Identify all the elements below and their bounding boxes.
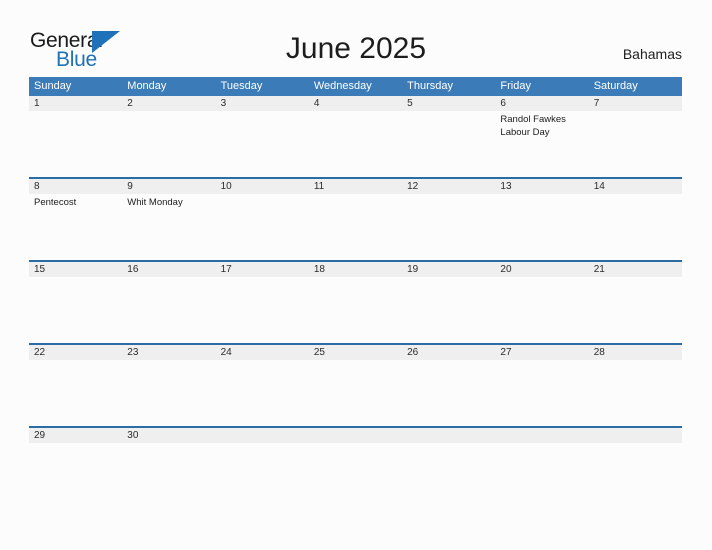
day-events: Whit Monday [127, 197, 183, 208]
day-number[interactable]: 1 [29, 96, 122, 111]
day-number[interactable]: 11 [309, 179, 402, 194]
day-events [29, 277, 122, 343]
week-events: Randol Fawkes Labour Day [29, 111, 682, 177]
week-row: 15 16 17 18 19 20 21 [29, 260, 682, 343]
weekday-header-friday: Friday [500, 80, 531, 92]
day-events [495, 360, 588, 426]
day-events [216, 111, 309, 177]
day-events [402, 360, 495, 426]
day-number[interactable]: 17 [216, 262, 309, 277]
day-number[interactable]: 5 [402, 96, 495, 111]
page-title: June 2025 [285, 32, 427, 65]
day-events [309, 443, 402, 463]
day-number[interactable] [216, 428, 309, 443]
day-events [309, 111, 402, 177]
day-events [122, 277, 215, 343]
day-number[interactable]: 29 [29, 428, 122, 443]
day-events [216, 443, 309, 463]
calendar-page: General Blue June 2025 Bahamas Sunday Mo… [0, 0, 712, 550]
week-row: 1 2 3 4 5 6 7 Randol Fawkes Labour Day [29, 96, 682, 177]
day-number[interactable]: 16 [122, 262, 215, 277]
week-row: 29 30 [29, 426, 682, 463]
day-number[interactable]: 20 [495, 262, 588, 277]
day-events [589, 111, 682, 177]
day-events: Pentecost [34, 197, 77, 208]
day-number[interactable]: 23 [122, 345, 215, 360]
day-number[interactable]: 4 [309, 96, 402, 111]
day-number[interactable]: 22 [29, 345, 122, 360]
week-day-numbers: 1 2 3 4 5 6 7 [29, 96, 682, 111]
day-events [122, 360, 215, 426]
day-events [402, 111, 495, 177]
day-events [402, 277, 495, 343]
day-events [122, 443, 215, 463]
week-row: 22 23 24 25 26 27 28 [29, 343, 682, 426]
day-number[interactable]: 30 [122, 428, 215, 443]
day-events [589, 277, 682, 343]
day-events [495, 194, 588, 260]
week-day-numbers: 15 16 17 18 19 20 21 [29, 262, 682, 277]
weekday-header-tuesday: Tuesday [220, 80, 263, 92]
day-number[interactable]: 9 [122, 179, 215, 194]
day-number[interactable] [495, 428, 588, 443]
day-number[interactable]: 21 [589, 262, 682, 277]
day-number[interactable]: 7 [589, 96, 682, 111]
day-events [29, 443, 122, 463]
week-day-numbers: 8 9 10 11 12 13 14 [29, 179, 682, 194]
day-events [122, 111, 215, 177]
calendar-grid: Sunday Monday Tuesday Wednesday Thursday… [29, 77, 682, 463]
day-number[interactable]: 24 [216, 345, 309, 360]
day-events [402, 443, 495, 463]
week-events [29, 360, 682, 426]
weekday-header-monday: Monday [127, 80, 167, 92]
day-number[interactable]: 19 [402, 262, 495, 277]
week-day-numbers: 22 23 24 25 26 27 28 [29, 345, 682, 360]
day-events [589, 194, 682, 260]
page-header: General Blue June 2025 Bahamas [0, 0, 712, 76]
day-number[interactable]: 25 [309, 345, 402, 360]
day-events [29, 360, 122, 426]
weekday-header-row: Sunday Monday Tuesday Wednesday Thursday… [29, 77, 682, 96]
day-events [216, 360, 309, 426]
day-number[interactable]: 2 [122, 96, 215, 111]
day-number[interactable] [402, 428, 495, 443]
day-events [589, 443, 682, 463]
day-number[interactable]: 13 [495, 179, 588, 194]
day-number[interactable]: 15 [29, 262, 122, 277]
country-label: Bahamas [622, 46, 682, 62]
day-number[interactable] [309, 428, 402, 443]
day-events [495, 277, 588, 343]
day-events [589, 360, 682, 426]
day-events [495, 443, 588, 463]
day-number[interactable]: 3 [216, 96, 309, 111]
day-events [309, 194, 402, 260]
day-number[interactable] [589, 428, 682, 443]
weekday-header-thursday: Thursday [407, 80, 453, 92]
day-number[interactable]: 26 [402, 345, 495, 360]
weekday-header-saturday: Saturday [593, 80, 638, 92]
day-number[interactable]: 27 [495, 345, 588, 360]
day-events [216, 194, 309, 260]
day-events [216, 277, 309, 343]
day-number[interactable]: 8 [29, 179, 122, 194]
weekday-header-wednesday: Wednesday [313, 80, 372, 92]
day-events [309, 360, 402, 426]
day-number[interactable]: 6 [495, 96, 588, 111]
week-row: 8 9 10 11 12 13 14 Pentecost Whit Monday [29, 177, 682, 260]
day-number[interactable]: 28 [589, 345, 682, 360]
week-events [29, 443, 682, 463]
day-events [309, 277, 402, 343]
day-events [402, 194, 495, 260]
week-day-numbers: 29 30 [29, 428, 682, 443]
weekday-header-sunday: Sunday [34, 80, 72, 92]
day-number[interactable]: 14 [589, 179, 682, 194]
day-number[interactable]: 12 [402, 179, 495, 194]
day-events [29, 111, 122, 177]
week-events: Pentecost Whit Monday [29, 194, 682, 260]
day-number[interactable]: 18 [309, 262, 402, 277]
day-number[interactable]: 10 [216, 179, 309, 194]
day-events: Randol Fawkes Labour Day [500, 114, 566, 138]
week-events [29, 277, 682, 343]
